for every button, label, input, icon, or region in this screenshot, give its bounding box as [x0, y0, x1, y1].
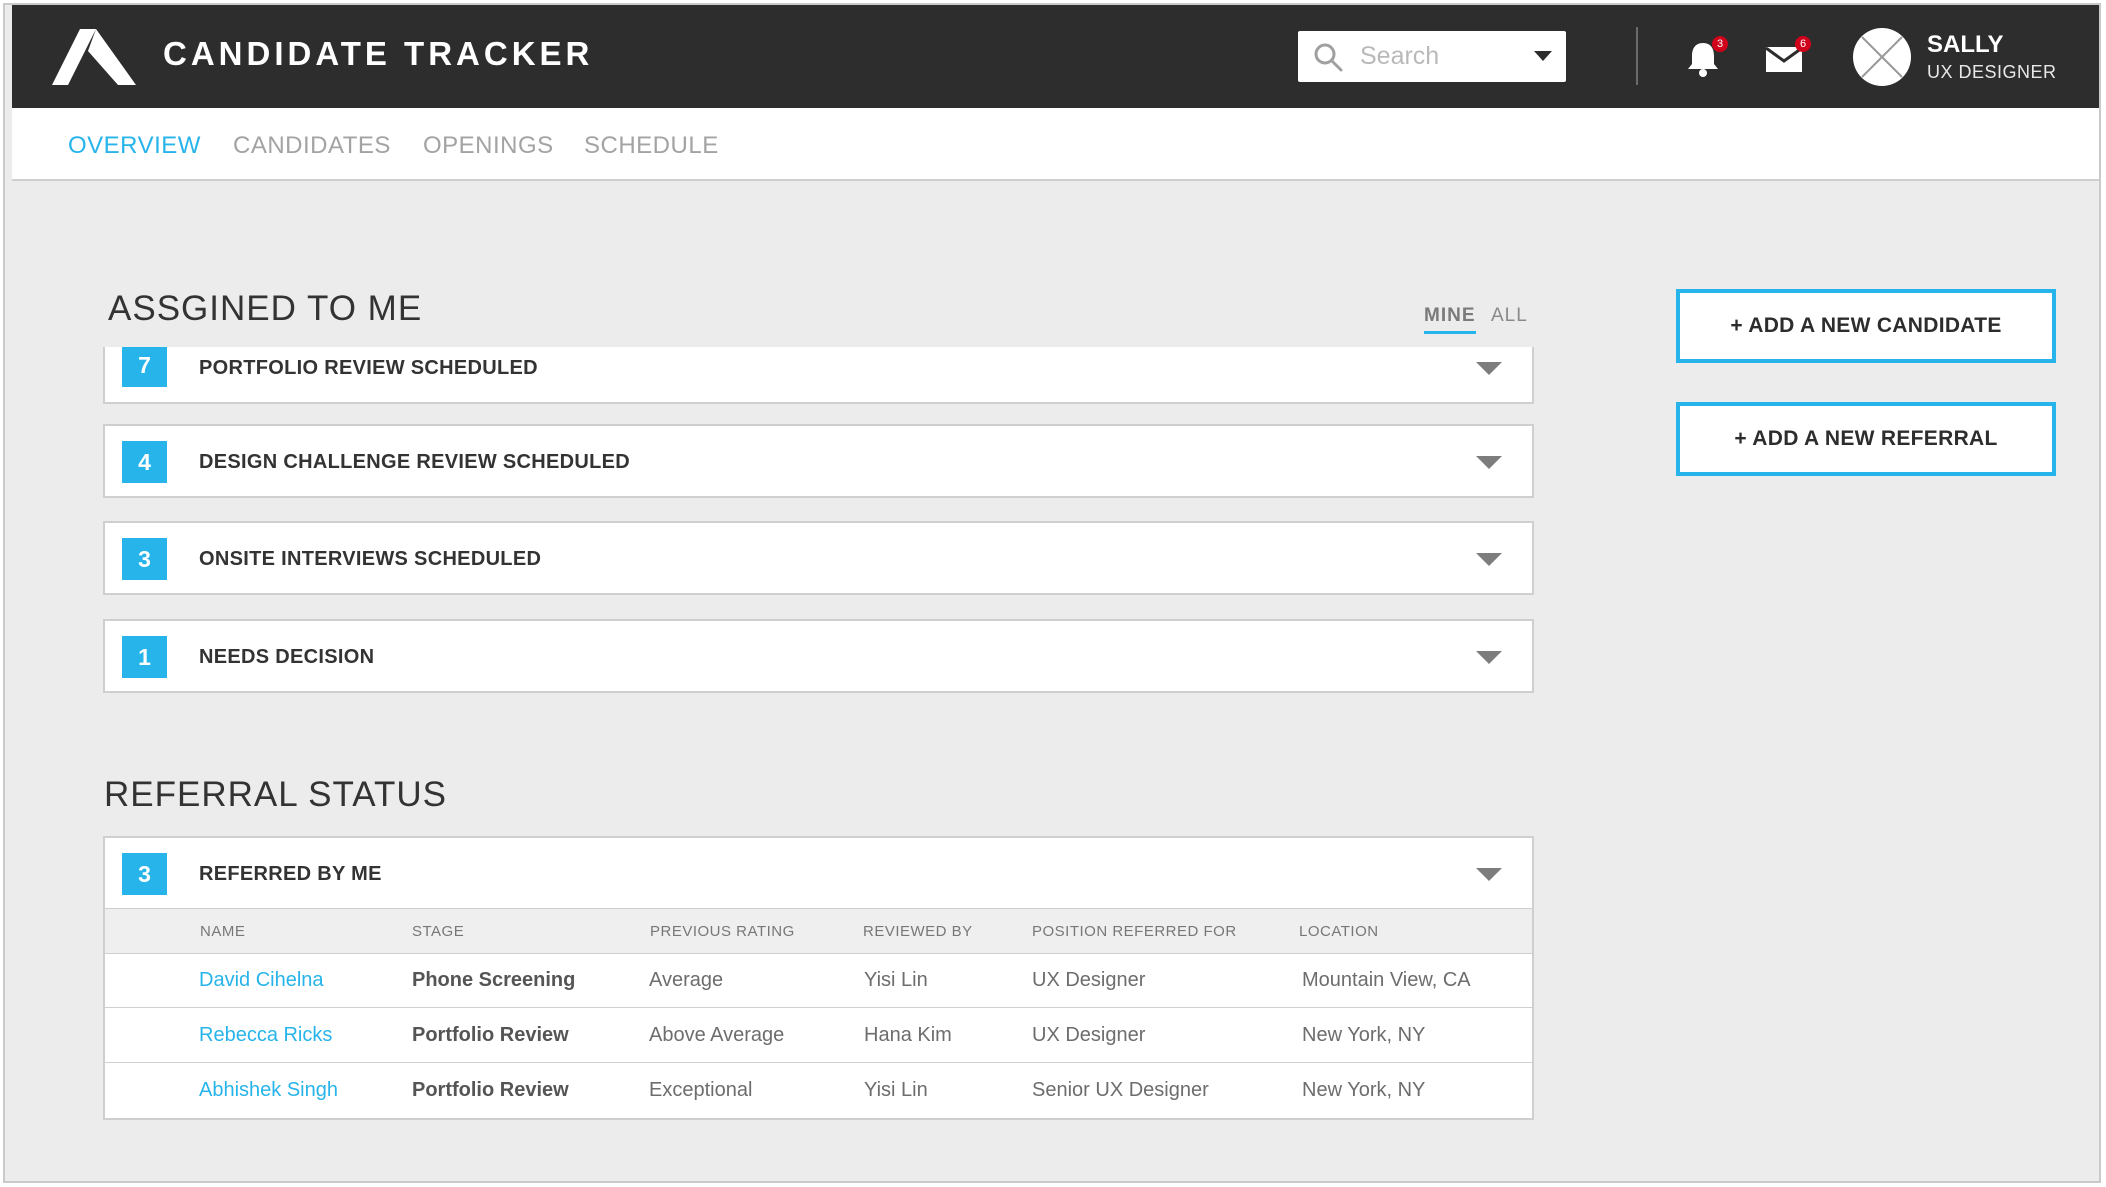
avatar[interactable]	[1852, 27, 1912, 87]
chevron-down-icon[interactable]	[1534, 51, 1552, 61]
count-badge: 3	[122, 538, 167, 580]
stage-cell: Portfolio Review	[412, 1024, 569, 1046]
location-cell: New York, NY	[1302, 1079, 1426, 1101]
app-title: CANDIDATE TRACKER	[163, 35, 594, 72]
group-portfolio-review[interactable]: 7 PORTFOLIO REVIEW SCHEDULED	[103, 347, 1534, 404]
chevron-down-icon[interactable]	[1476, 868, 1502, 881]
location-cell: New York, NY	[1302, 1024, 1426, 1046]
app-logo-icon	[52, 29, 136, 85]
search-icon	[1314, 43, 1343, 72]
chevron-down-icon[interactable]	[1476, 553, 1502, 566]
column-header: PREVIOUS RATING	[650, 923, 795, 940]
group-label: NEEDS DECISION	[199, 646, 375, 668]
search-input[interactable]: Search	[1360, 42, 1439, 71]
column-header: REVIEWED BY	[863, 923, 973, 940]
group-design-challenge[interactable]: 4 DESIGN CHALLENGE REVIEW SCHEDULED	[103, 424, 1534, 498]
tab-schedule[interactable]: SCHEDULE	[584, 132, 719, 160]
stage-cell: Phone Screening	[412, 969, 576, 991]
filter-all[interactable]: ALL	[1491, 305, 1528, 327]
filter-mine[interactable]: MINE	[1424, 305, 1476, 334]
chevron-down-icon[interactable]	[1476, 362, 1502, 375]
candidate-name-link[interactable]: Abhishek Singh	[199, 1079, 338, 1102]
table-row[interactable]: Abhishek Singh Portfolio Review Exceptio…	[105, 1063, 1532, 1118]
notification-badge: 3	[1712, 36, 1728, 52]
group-label: PORTFOLIO REVIEW SCHEDULED	[199, 357, 538, 379]
column-header: LOCATION	[1299, 923, 1379, 940]
chevron-down-icon[interactable]	[1476, 651, 1502, 664]
candidate-name-link[interactable]: Rebecca Ricks	[199, 1024, 332, 1047]
user-name: SALLY	[1927, 31, 2004, 58]
reviewer-cell: Yisi Lin	[864, 1079, 928, 1101]
tab-openings[interactable]: OPENINGS	[423, 132, 554, 160]
count-badge: 1	[122, 636, 167, 678]
position-cell: UX Designer	[1032, 969, 1146, 991]
count-badge: 7	[122, 347, 167, 387]
mail-badge: 6	[1795, 36, 1811, 52]
app-window: CANDIDATE TRACKER Search 3 6 SALLY UX DE	[3, 3, 2101, 1183]
count-badge: 3	[122, 853, 167, 895]
group-label: DESIGN CHALLENGE REVIEW SCHEDULED	[199, 451, 631, 473]
table-row[interactable]: Rebecca Ricks Portfolio Review Above Ave…	[105, 1008, 1532, 1063]
nav-bar: OVERVIEW CANDIDATES OPENINGS SCHEDULE	[12, 108, 2099, 181]
column-header: NAME	[200, 923, 246, 940]
reviewer-cell: Yisi Lin	[864, 969, 928, 991]
table-header: NAME STAGE PREVIOUS RATING REVIEWED BY P…	[105, 909, 1532, 954]
referral-heading: REFERRAL STATUS	[104, 775, 448, 814]
referral-table: NAME STAGE PREVIOUS RATING REVIEWED BY P…	[103, 909, 1534, 1120]
add-candidate-button[interactable]: + ADD A NEW CANDIDATE	[1676, 289, 2056, 363]
candidate-name-link[interactable]: David Cihelna	[199, 969, 324, 992]
location-cell: Mountain View, CA	[1302, 969, 1471, 991]
stage-cell: Portfolio Review	[412, 1079, 569, 1101]
rating-cell: Average	[649, 969, 724, 991]
group-needs-decision[interactable]: 1 NEEDS DECISION	[103, 619, 1534, 693]
rating-cell: Exceptional	[649, 1079, 753, 1101]
divider	[1636, 27, 1638, 85]
column-header: POSITION REFERRED FOR	[1032, 923, 1237, 940]
top-bar: CANDIDATE TRACKER Search 3 6 SALLY UX DE	[12, 5, 2099, 108]
rating-cell: Above Average	[649, 1024, 785, 1046]
table-row[interactable]: David Cihelna Phone Screening Average Yi…	[105, 953, 1532, 1008]
column-header: STAGE	[412, 923, 465, 940]
reviewer-cell: Hana Kim	[864, 1024, 952, 1046]
user-role: UX DESIGNER	[1927, 62, 2057, 82]
position-cell: UX Designer	[1032, 1024, 1146, 1046]
group-label: ONSITE INTERVIEWS SCHEDULED	[199, 548, 542, 570]
count-badge: 4	[122, 441, 167, 483]
add-referral-button[interactable]: + ADD A NEW REFERRAL	[1676, 402, 2056, 476]
group-label: REFERRED BY ME	[199, 863, 382, 885]
tab-candidates[interactable]: CANDIDATES	[233, 132, 391, 160]
position-cell: Senior UX Designer	[1032, 1079, 1209, 1101]
tab-overview[interactable]: OVERVIEW	[68, 132, 201, 160]
chevron-down-icon[interactable]	[1476, 456, 1502, 469]
search-box[interactable]: Search	[1298, 31, 1566, 82]
group-referred-by-me[interactable]: 3 REFERRED BY ME	[103, 836, 1534, 910]
group-onsite-interviews[interactable]: 3 ONSITE INTERVIEWS SCHEDULED	[103, 521, 1534, 595]
assigned-heading: ASSGINED TO ME	[108, 289, 423, 328]
